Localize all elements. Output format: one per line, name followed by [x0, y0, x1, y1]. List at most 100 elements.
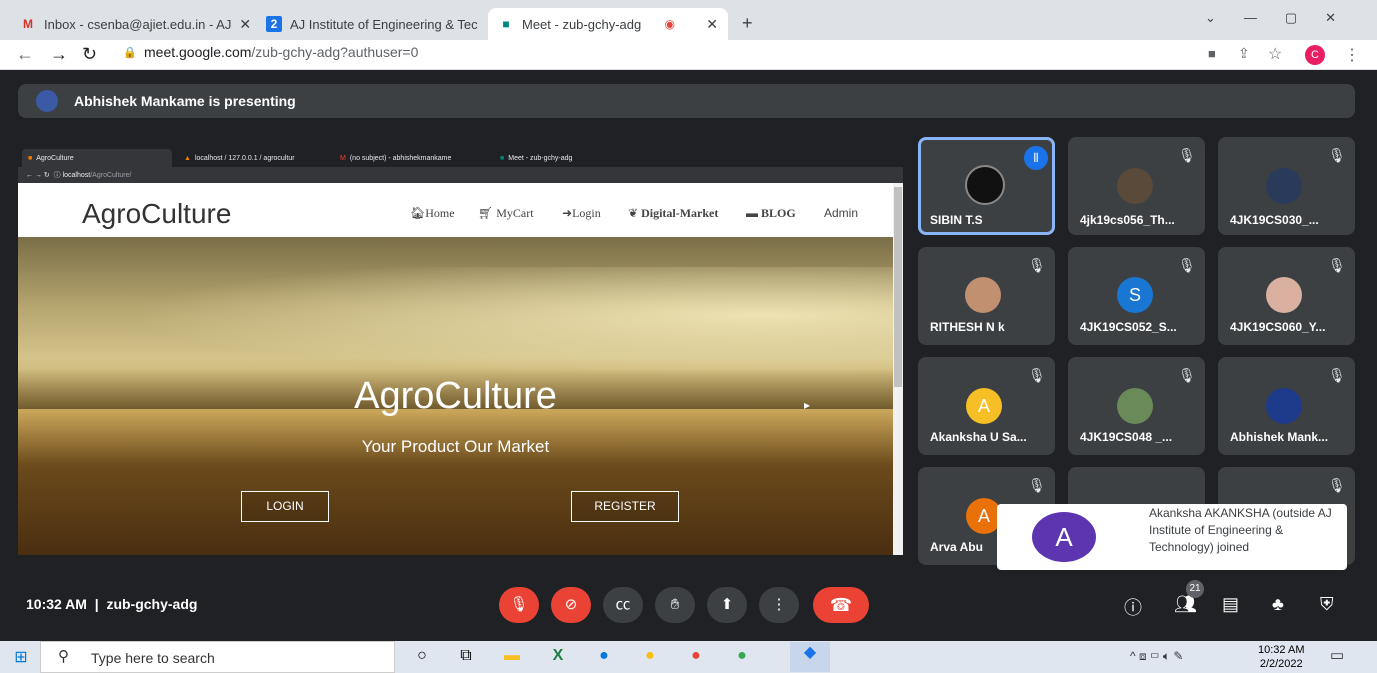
nav-admin: Admin — [824, 206, 859, 220]
camera-off-icon: ⊘ — [564, 596, 578, 613]
participant-count-badge: 21 — [1186, 580, 1204, 598]
meeting-code: zub-gchy-adg — [106, 596, 198, 612]
taskbar-clock[interactable]: 10:32 AM 2/2/2022 — [1258, 643, 1304, 671]
share-icon[interactable]: ⇪ — [1238, 45, 1250, 62]
nav-digital-market: ❦ Digital-Market — [628, 206, 718, 221]
nav-label: Login — [572, 206, 601, 220]
file-explorer-icon[interactable]: ▬ — [501, 647, 523, 665]
notifications-icon[interactable]: ▭ — [1330, 646, 1344, 664]
login-button: LOGIN — [241, 491, 329, 522]
avatar — [1266, 388, 1302, 424]
avatar — [1266, 277, 1302, 313]
participant-name: Arva Abu — [930, 540, 983, 554]
avatar — [965, 277, 1001, 313]
profile-avatar[interactable]: C — [1305, 45, 1325, 65]
system-tray-icons[interactable]: ^ ⧈ ▭ 🔈︎ ✎ — [1130, 649, 1183, 664]
window-controls[interactable]: ⌄—▢✕ — [1205, 10, 1364, 26]
chrome-profile-icon[interactable]: ● — [731, 647, 753, 665]
camera-icon[interactable]: ■ — [1208, 46, 1216, 61]
home-icon: 🏠︎ — [410, 206, 426, 220]
lock-icon: 🔒 — [123, 47, 137, 59]
info-icon[interactable]: ⓘ — [1124, 594, 1142, 620]
excel-icon[interactable]: X — [547, 647, 569, 665]
nav-label: Home — [425, 206, 455, 220]
tab-title: (no subject) - abhishekmankame — [349, 154, 452, 162]
nav-blog: ▬ BLOG — [746, 206, 796, 221]
more-options-button[interactable]: ⋮ — [759, 587, 799, 623]
url-field[interactable]: meet.google.com/zub-gchy-adg?authuser=0 — [144, 44, 418, 60]
speaking-icon: ⦀ — [1024, 146, 1048, 170]
cortana-icon[interactable]: ○ — [411, 647, 433, 665]
activities-icon[interactable]: ♣ — [1272, 594, 1284, 615]
taskbar-search[interactable]: Type here to search — [40, 641, 395, 673]
edge-icon[interactable]: ● — [593, 647, 615, 665]
mic-off-icon: 🎙︎ — [1178, 257, 1196, 273]
back-icon[interactable]: ← — [16, 44, 34, 65]
task-view-icon[interactable]: ⧉ — [455, 647, 477, 665]
present-button[interactable]: ⬆ — [707, 587, 747, 623]
participant-name: RITHESH N k — [930, 320, 1005, 334]
end-call-button[interactable]: ☎ — [813, 587, 869, 623]
leaf-icon: ❦ — [628, 206, 642, 220]
mic-off-icon: 🎙︎ — [1328, 477, 1346, 493]
menu-icon[interactable]: ⋮ — [1344, 45, 1360, 65]
avatar — [1117, 388, 1153, 424]
new-tab-button[interactable]: + — [742, 13, 753, 34]
captions-button[interactable]: ㏄ — [603, 587, 643, 623]
shared-tab: ■ Meet - zub-gchy-adg — [494, 149, 644, 167]
mic-off-icon: 🎙︎ — [1028, 257, 1046, 273]
chat-icon[interactable]: ▤ — [1222, 594, 1239, 615]
clock-date: 2/2/2022 — [1259, 658, 1303, 670]
avatar: S — [1117, 277, 1153, 313]
meeting-time: 10:32 AM — [26, 596, 87, 612]
chrome-profile-icon[interactable]: ● — [685, 647, 707, 665]
present-icon: ⬆ — [720, 596, 734, 613]
phpmyadmin-icon: ▲ — [184, 154, 191, 162]
site-icon: ■ — [28, 154, 33, 162]
reload-icon[interactable]: ↻ — [82, 44, 97, 65]
participant-name: 4JK19CS060_Y... — [1230, 320, 1326, 334]
mic-toggle-button[interactable]: 🎙︎ — [499, 587, 539, 623]
mic-off-icon: 🎙︎ — [1328, 367, 1346, 383]
participant-name: 4JK19CS030_... — [1230, 213, 1319, 227]
tab-title: Meet - zub-gchy-adg — [508, 154, 573, 162]
participant-name: Abhishek Mank... — [1230, 430, 1329, 444]
tab-title: localhost / 127.0.0.1 / agrocultur — [194, 154, 295, 162]
participant-name: 4jk19cs056_Th... — [1080, 213, 1175, 227]
url-path: /AgroCulture/ — [90, 172, 132, 179]
register-button: REGISTER — [571, 491, 679, 522]
raise-hand-button[interactable]: ✋︎ — [655, 587, 695, 623]
site-logo: AgroCulture — [82, 198, 232, 229]
shared-tab: ▲ localhost / 127.0.0.1 / agrocultur — [178, 149, 328, 167]
mic-off-icon: 🎙︎ — [1028, 477, 1046, 493]
hand-icon: ✋︎ — [670, 596, 680, 613]
tab-meet[interactable]: ■ Meet - zub-gchy-adg ◉ ✕ — [488, 8, 728, 40]
mic-off-icon: 🎙︎ — [1328, 257, 1346, 273]
host-controls-icon[interactable]: ⛨ — [1320, 594, 1334, 615]
windows-start-icon[interactable]: ⊞ — [10, 647, 32, 667]
meet-icon: ■ — [502, 17, 510, 31]
avatar — [36, 90, 58, 112]
avatar — [965, 165, 1005, 205]
mic-off-icon: 🎙︎ — [1178, 147, 1196, 163]
avatar: A — [966, 388, 1002, 424]
forward-icon[interactable]: → — [50, 44, 68, 65]
mic-off-icon: 🎙︎ — [1028, 367, 1046, 383]
url-host: meet.google.com — [144, 44, 252, 60]
hero-subtitle: Your Product Our Market — [361, 437, 550, 456]
tab-inbox[interactable]: M Inbox - csenba@ajiet.edu.in - AJ ✕ — [10, 8, 255, 40]
mic-off-icon: 🎙︎ — [1178, 367, 1196, 383]
url-path: /zub-gchy-adg?authuser=0 — [251, 44, 419, 60]
mouse-cursor-icon: ▸ — [804, 398, 811, 412]
chrome-icon[interactable]: ● — [639, 647, 661, 665]
camera-toggle-button[interactable]: ⊘ — [551, 587, 591, 623]
close-icon[interactable]: ✕ — [698, 16, 718, 33]
login-icon: ➜ — [562, 206, 573, 220]
close-icon[interactable]: ✕ — [231, 16, 251, 33]
active-app-icon[interactable]: ◆ — [790, 642, 830, 672]
shared-address-bar: ← → ↻ ⓘ localhost/AgroCulture/ — [18, 167, 903, 183]
star-icon[interactable]: ☆ — [1268, 44, 1282, 64]
tab-aj-institute[interactable]: 2 AJ Institute of Engineering & Tec ✕ — [256, 8, 484, 40]
close-icon[interactable]: ✕ — [478, 16, 484, 33]
nav-login: ➜Login — [562, 206, 601, 221]
